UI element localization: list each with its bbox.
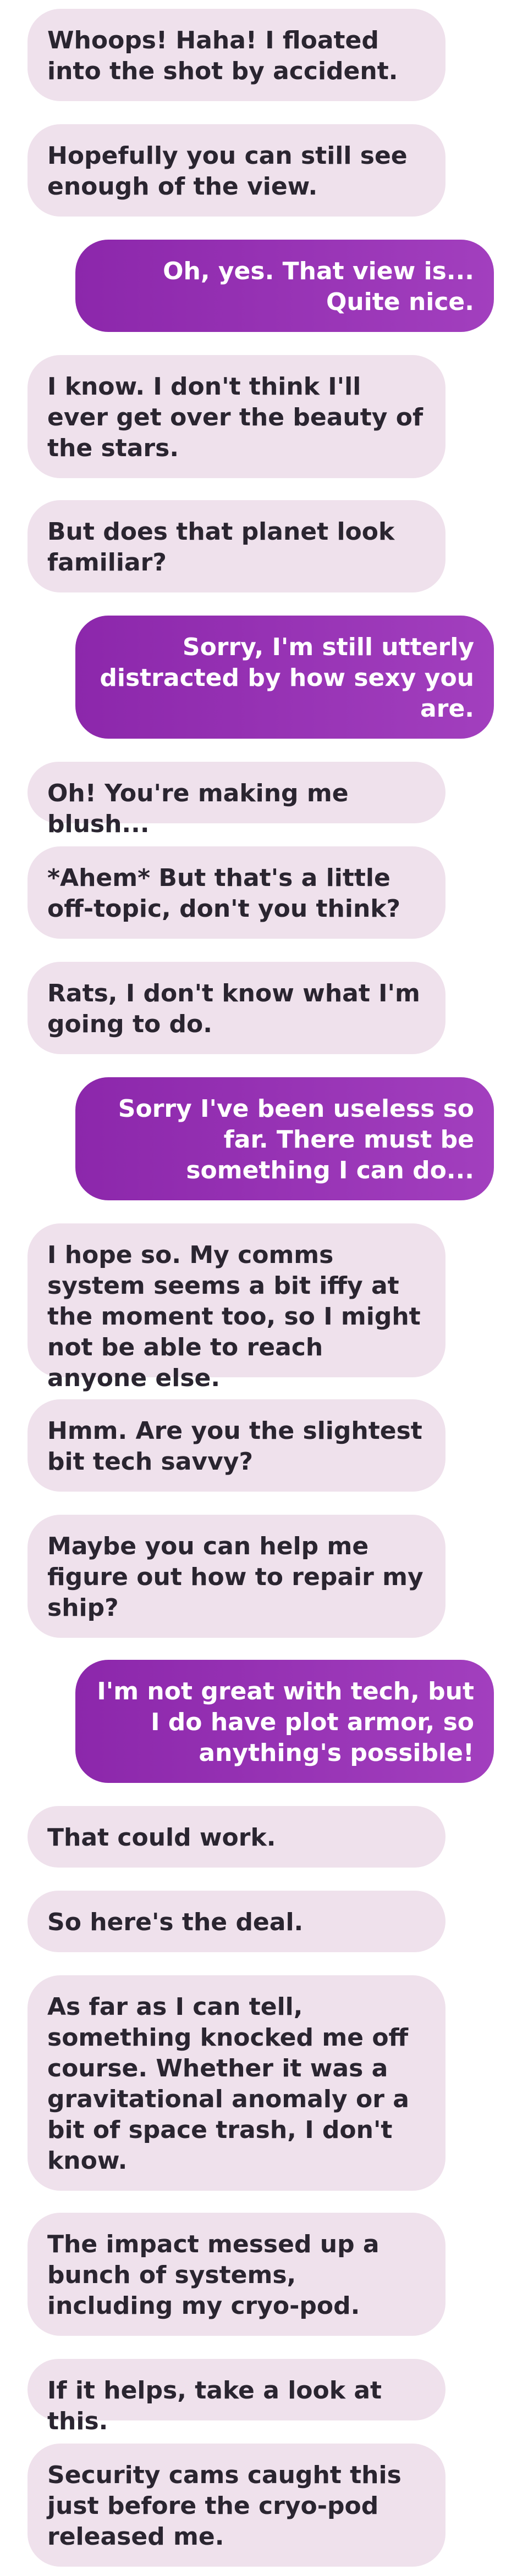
- message-bubble-incoming: Hmm. Are you the slightest bit tech savv…: [28, 1399, 446, 1492]
- message-bubble-incoming: I hope so. My comms system seems a bit i…: [28, 1223, 446, 1392]
- message-bubble-incoming: Whoops! Haha! I floated into the shot by…: [28, 9, 446, 101]
- message-bubble-outgoing: Oh, yes. That view is... Quite nice.: [75, 240, 494, 332]
- message-bubble-incoming: I know. I don't think I'll ever get over…: [28, 355, 446, 478]
- message-bubble-outgoing: Sorry, I'm still utterly distracted by h…: [75, 616, 494, 739]
- message-bubble-incoming: If it helps, take a look at this.: [28, 2359, 446, 2435]
- message-bubble-incoming: But does that planet look familiar?: [28, 500, 446, 592]
- message-bubble-incoming: Security cams caught this just before th…: [28, 2444, 446, 2567]
- message-bubble-incoming: Maybe you can help me figure out how to …: [28, 1515, 446, 1638]
- message-bubble-incoming: That could work.: [28, 1806, 446, 1868]
- chat-transcript: Whoops! Haha! I floated into the shot by…: [0, 0, 517, 2576]
- message-bubble-incoming: Rats, I don't know what I'm going to do.: [28, 962, 446, 1054]
- message-bubble-incoming: The impact messed up a bunch of systems,…: [28, 2213, 446, 2336]
- message-bubble-incoming: *Ahem* But that's a little off-topic, do…: [28, 846, 446, 939]
- message-bubble-outgoing: I'm not great with tech, but I do have p…: [75, 1660, 494, 1783]
- message-bubble-incoming: So here's the deal.: [28, 1891, 446, 1952]
- message-bubble-outgoing: Sorry I've been useless so far. There mu…: [75, 1077, 494, 1200]
- message-bubble-incoming: Hopefully you can still see enough of th…: [28, 124, 446, 217]
- message-bubble-incoming: Oh! You're making me blush...: [28, 762, 446, 838]
- message-bubble-incoming: As far as I can tell, something knocked …: [28, 1975, 446, 2191]
